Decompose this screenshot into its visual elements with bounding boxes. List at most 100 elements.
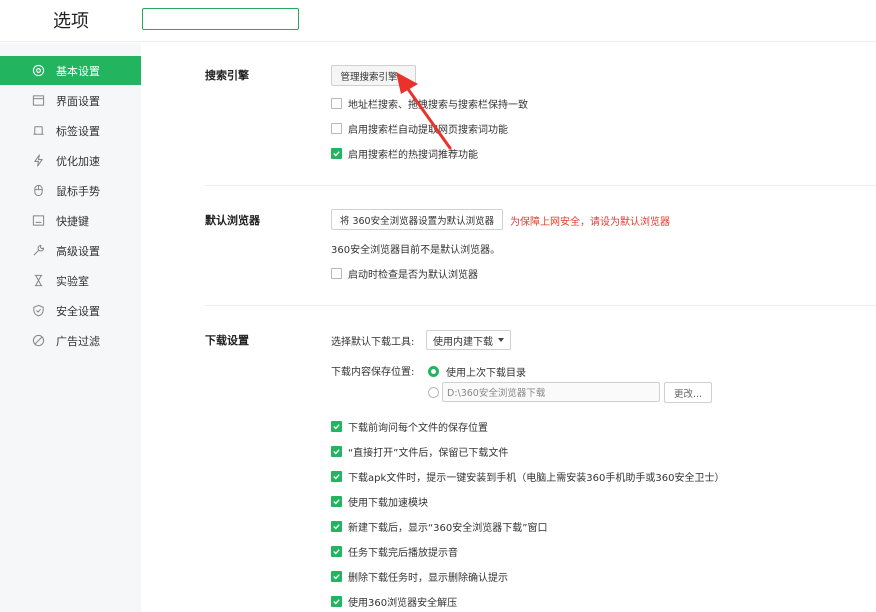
change-path-button[interactable]: 更改...: [664, 382, 712, 403]
option-play-sound[interactable]: 任务下载完后播放提示音: [331, 544, 458, 559]
radio-button[interactable]: [428, 387, 439, 398]
option-label: 启动时检查是否为默认浏览器: [348, 270, 478, 281]
tab-icon: [31, 124, 45, 138]
option-search-extract[interactable]: 启用搜索栏自动提取网页搜索词功能: [331, 121, 508, 136]
chevron-down-icon: [498, 338, 504, 342]
default-browser-status: 360安全浏览器目前不是默认浏览器。: [331, 245, 501, 256]
download-tool-select[interactable]: 使用内建下载: [426, 330, 511, 350]
option-label: 启用搜索栏的热搜词推荐功能: [348, 150, 478, 161]
option-label: 地址栏搜索、拖拽搜索与搜索栏保持一致: [348, 100, 528, 111]
default-browser-warning: 为保障上网安全，请设为默认浏览器: [510, 217, 670, 228]
lightning-icon: [31, 154, 45, 168]
checkmark-icon: [333, 524, 340, 530]
option-label: 删除下载任务时，显示删除确认提示: [348, 573, 508, 584]
option-label: 下载前询问每个文件的保存位置: [348, 423, 488, 434]
option-startup-check[interactable]: 启动时检查是否为默认浏览器: [331, 266, 478, 281]
option-label: 新建下载后，显示“360安全浏览器下载”窗口: [348, 523, 548, 534]
search-input[interactable]: [142, 8, 299, 30]
checkmark-icon: [333, 449, 340, 455]
radio-label: 使用上次下载目录: [446, 368, 526, 379]
checkbox-checked[interactable]: [331, 148, 342, 159]
sidebar-item-basic[interactable]: 基本设置: [0, 56, 141, 85]
sidebar-item-label: 标签设置: [56, 124, 100, 138]
checkbox-checked[interactable]: [331, 421, 342, 432]
sidebar-item-label: 快捷键: [56, 214, 89, 228]
option-label: 启用搜索栏自动提取网页搜索词功能: [348, 125, 508, 136]
option-label: “直接打开”文件后，保留已下载文件: [348, 448, 509, 459]
option-hot-search[interactable]: 启用搜索栏的热搜词推荐功能: [331, 146, 478, 161]
sidebar: 基本设置 界面设置 标签设置 优化加速 鼠标手势 快捷键 高级设置 实验室 安全…: [0, 43, 141, 612]
option-label: 下载apk文件时，提示一键安装到手机（电脑上需安装360手机助手或360安全卫士…: [348, 473, 725, 484]
window-icon: [31, 94, 45, 108]
block-icon: [31, 334, 45, 348]
set-default-browser-button[interactable]: 将 360安全浏览器设置为默认浏览器: [331, 209, 503, 230]
sidebar-item-lab[interactable]: 实验室: [0, 266, 141, 295]
option-label: 使用下载加速模块: [348, 498, 428, 509]
main-content: 搜索引擎 管理搜索引擎... 地址栏搜索、拖拽搜索与搜索栏保持一致 启用搜索栏自…: [142, 43, 876, 612]
radio-button-selected[interactable]: [428, 366, 439, 377]
sidebar-item-advanced[interactable]: 高级设置: [0, 236, 141, 265]
header: 选项: [0, 0, 876, 42]
sidebar-item-security[interactable]: 安全设置: [0, 296, 141, 325]
sidebar-item-adblock[interactable]: 广告过滤: [0, 326, 141, 355]
checkbox[interactable]: [331, 268, 342, 279]
checkmark-icon: [333, 549, 340, 555]
dropdown-value: 使用内建下载: [433, 336, 493, 348]
download-location-label: 下载内容保存位置:: [331, 367, 415, 378]
checkmark-icon: [333, 499, 340, 505]
checkbox-checked[interactable]: [331, 596, 342, 607]
option-download-accelerate[interactable]: 使用下载加速模块: [331, 494, 428, 509]
option-keep-opened-files[interactable]: “直接打开”文件后，保留已下载文件: [331, 444, 508, 459]
target-icon: [31, 64, 45, 78]
wrench-icon: [31, 244, 45, 258]
checkbox-checked[interactable]: [331, 571, 342, 582]
checkmark-icon: [333, 424, 340, 430]
section-title-download: 下载设置: [205, 334, 249, 347]
sidebar-item-label: 安全设置: [56, 304, 100, 318]
sidebar-item-label: 鼠标手势: [56, 184, 100, 198]
radio-last-directory[interactable]: 使用上次下载目录: [428, 364, 526, 379]
option-search-consistent[interactable]: 地址栏搜索、拖拽搜索与搜索栏保持一致: [331, 96, 528, 111]
option-label: 任务下载完后播放提示音: [348, 548, 458, 559]
option-apk-install[interactable]: 下载apk文件时，提示一键安装到手机（电脑上需安装360手机助手或360安全卫士…: [331, 469, 724, 484]
download-path-input[interactable]: D:\360安全浏览器下载: [442, 382, 660, 402]
section-title-search-engine: 搜索引擎: [205, 69, 249, 82]
checkmark-icon: [333, 474, 340, 480]
checkbox-checked[interactable]: [331, 446, 342, 457]
checkmark-icon: [333, 599, 340, 605]
flask-icon: [31, 274, 45, 288]
divider: [205, 185, 876, 186]
sidebar-item-label: 基本设置: [56, 64, 100, 78]
sidebar-item-label: 实验室: [56, 274, 89, 288]
sidebar-item-tabs[interactable]: 标签设置: [0, 116, 141, 145]
sidebar-item-label: 高级设置: [56, 244, 100, 258]
option-ask-save-location[interactable]: 下载前询问每个文件的保存位置: [331, 419, 488, 434]
checkbox[interactable]: [331, 98, 342, 109]
sidebar-item-label: 广告过滤: [56, 334, 100, 348]
option-delete-confirm[interactable]: 删除下载任务时，显示删除确认提示: [331, 569, 508, 584]
download-tool-label: 选择默认下载工具:: [331, 337, 415, 348]
sidebar-item-shortcuts[interactable]: 快捷键: [0, 206, 141, 235]
checkbox-checked[interactable]: [331, 471, 342, 482]
option-safe-unzip[interactable]: 使用360浏览器安全解压: [331, 594, 457, 609]
shield-icon: [31, 304, 45, 318]
checkbox-checked[interactable]: [331, 521, 342, 532]
checkbox-checked[interactable]: [331, 546, 342, 557]
keyboard-icon: [31, 214, 45, 228]
checkbox-checked[interactable]: [331, 496, 342, 507]
page-title: 选项: [53, 11, 89, 32]
option-label: 使用360浏览器安全解压: [348, 598, 458, 609]
checkmark-icon: [333, 574, 340, 580]
manage-search-engines-button[interactable]: 管理搜索引擎...: [331, 65, 416, 86]
sidebar-item-mouse-gesture[interactable]: 鼠标手势: [0, 176, 141, 205]
mouse-icon: [31, 184, 45, 198]
sidebar-item-label: 优化加速: [56, 154, 100, 168]
option-show-download-window[interactable]: 新建下载后，显示“360安全浏览器下载”窗口: [331, 519, 547, 534]
sidebar-item-label: 界面设置: [56, 94, 100, 108]
section-title-default-browser: 默认浏览器: [205, 214, 260, 227]
sidebar-item-optimize[interactable]: 优化加速: [0, 146, 141, 175]
checkbox[interactable]: [331, 123, 342, 134]
divider: [205, 305, 876, 306]
sidebar-item-interface[interactable]: 界面设置: [0, 86, 141, 115]
checkmark-icon: [333, 151, 340, 157]
